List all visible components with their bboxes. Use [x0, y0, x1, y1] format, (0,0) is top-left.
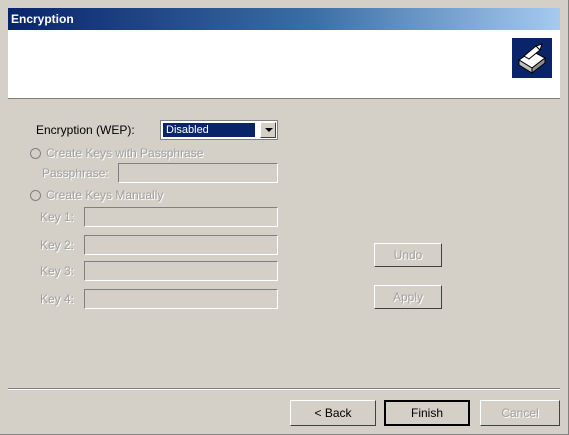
passphrase-label: Passphrase: — [42, 166, 109, 180]
key-2-input[interactable] — [84, 235, 278, 255]
undo-button[interactable]: Undo — [374, 243, 442, 267]
key-1-input[interactable] — [84, 207, 278, 227]
passphrase-input[interactable] — [118, 163, 278, 183]
encryption-form: Encryption (WEP): Disabled Create Keys w… — [8, 100, 560, 388]
key-1-label: Key 1: — [40, 210, 75, 224]
title-bar: Encryption — [8, 8, 560, 30]
key-4-input[interactable] — [84, 289, 278, 309]
radio-manual-label: Create Keys Manually — [46, 188, 164, 202]
encryption-dropdown[interactable]: Disabled — [160, 120, 278, 140]
cancel-button[interactable]: Cancel — [480, 400, 560, 426]
key-3-input[interactable] — [84, 261, 278, 281]
encryption-wizard-window: Encryption Encryption (WEP): Disabled Cr… — [0, 0, 569, 435]
chevron-down-icon[interactable] — [260, 122, 276, 138]
apply-button[interactable]: Apply — [374, 285, 442, 309]
radio-create-keys-passphrase[interactable] — [30, 148, 41, 159]
encryption-wizard-icon — [512, 38, 552, 78]
encryption-label: Encryption (WEP): — [36, 123, 135, 137]
header-panel — [8, 30, 560, 99]
footer-separator — [8, 388, 560, 390]
encryption-selected-value: Disabled — [163, 123, 255, 137]
finish-button[interactable]: Finish — [384, 400, 470, 426]
key-4-label: Key 4: — [40, 292, 75, 306]
key-3-label: Key 3: — [40, 264, 75, 278]
radio-create-keys-manually[interactable] — [30, 190, 41, 201]
radio-passphrase-label: Create Keys with Passphrase — [46, 146, 204, 160]
back-button[interactable]: < Back — [290, 400, 376, 426]
key-2-label: Key 2: — [40, 238, 75, 252]
